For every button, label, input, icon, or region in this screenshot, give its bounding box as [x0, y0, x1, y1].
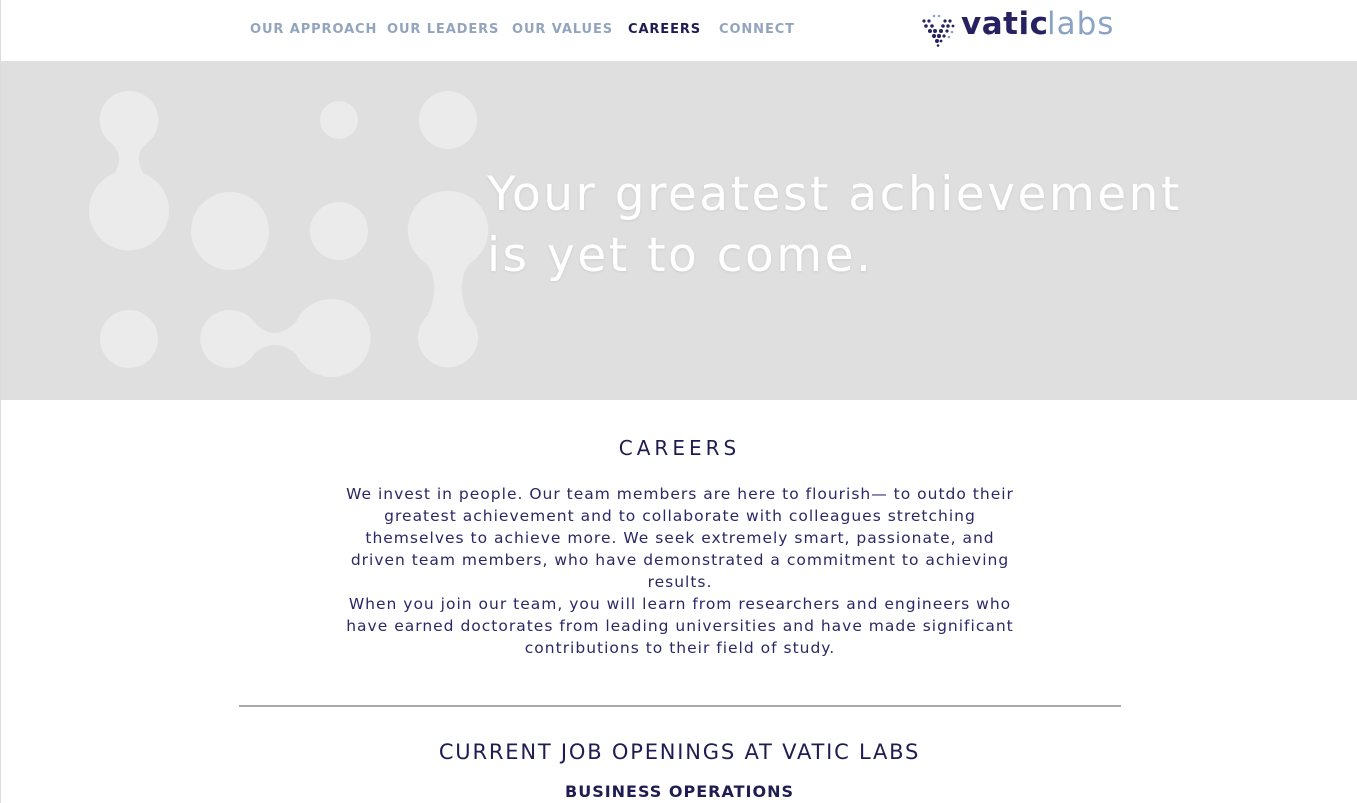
department-business-operations[interactable]: BUSINESS OPERATIONS	[1, 782, 1357, 801]
nav-item-careers[interactable]: CAREERS	[628, 22, 701, 37]
dot-matrix-v-logo-icon	[922, 14, 955, 47]
top-nav: OUR APPROACH OUR LEADERS OUR VALUES CARE…	[1, 0, 1357, 61]
vatic-labs-logo[interactable]: vatic labs	[921, 6, 1121, 47]
careers-heading: CAREERS	[618, 436, 741, 460]
hero-banner: Your greatest achievement is yet to come…	[1, 61, 1357, 400]
careers-team-paragraph: When you join our team, you will learn f…	[346, 595, 1014, 657]
careers-intro-paragraph: We invest in people. Our team members ar…	[346, 485, 1014, 591]
molecule-dots-graphic	[88, 90, 489, 378]
logo-word-labs: labs	[1047, 6, 1115, 42]
nav-item-connect[interactable]: CONNECT	[719, 22, 795, 37]
job-openings-heading: CURRENT JOB OPENINGS AT VATIC LABS	[438, 740, 921, 764]
logo-word-vatic: vatic	[961, 6, 1049, 42]
nav-item-our-leaders[interactable]: OUR LEADERS	[387, 22, 499, 37]
nav-item-our-values[interactable]: OUR VALUES	[512, 22, 613, 37]
hero-title: Your greatest achievement is yet to come…	[487, 167, 1182, 283]
section-divider	[239, 705, 1121, 707]
page: OUR APPROACH OUR LEADERS OUR VALUES CARE…	[0, 0, 1357, 803]
nav-item-our-approach[interactable]: OUR APPROACH	[250, 22, 377, 37]
